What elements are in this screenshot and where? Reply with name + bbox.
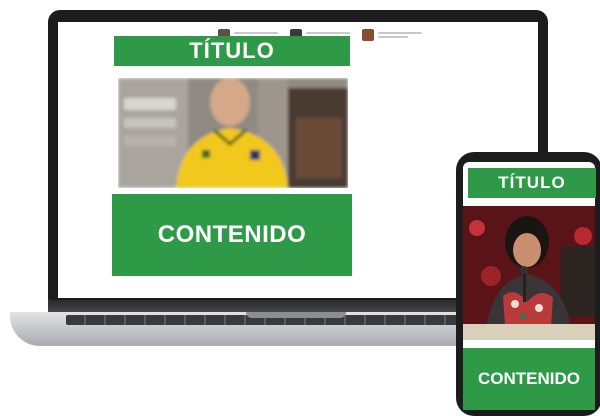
speaker-photo-icon [463, 206, 595, 340]
person-photo-icon [118, 78, 348, 188]
phone-title-text: TÍTULO [498, 173, 566, 192]
laptop-content-block: CONTENIDO [112, 194, 352, 276]
phone-content-block: CONTENIDO [463, 348, 595, 410]
laptop-content-text: CONTENIDO [157, 221, 307, 248]
laptop-hero-image [118, 78, 348, 188]
browser-tab[interactable] [362, 29, 422, 41]
phone-hero-image [463, 206, 595, 340]
laptop-title-text: TÍTULO [189, 38, 275, 63]
phone-content-text: CONTENIDO [478, 369, 580, 388]
laptop-notch [246, 312, 346, 318]
tab-favicon-icon [362, 29, 374, 41]
phone-title-banner: TÍTULO [468, 168, 596, 198]
laptop-title-banner: TÍTULO [114, 36, 350, 66]
